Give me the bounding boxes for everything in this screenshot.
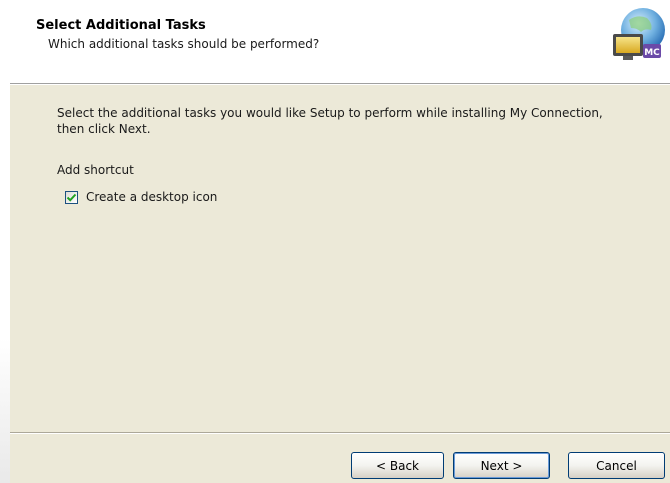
create-desktop-icon-label: Create a desktop icon (86, 190, 218, 204)
wizard-body: Select the additional tasks you would li… (10, 85, 670, 430)
page-title: Select Additional Tasks (36, 18, 206, 33)
footer-divider (10, 432, 670, 434)
setup-wizard-window: Select Additional Tasks Which additional… (10, 0, 670, 483)
cancel-button[interactable]: Cancel (568, 452, 665, 479)
svg-text:MC: MC (644, 48, 660, 58)
wizard-header: Select Additional Tasks Which additional… (10, 0, 670, 83)
instructions-text: Select the additional tasks you would li… (57, 106, 603, 136)
wizard-computer-globe-icon: MC (607, 6, 665, 64)
add-shortcut-label: Add shortcut (57, 163, 134, 177)
checkmark-icon (66, 193, 77, 202)
page-subtitle: Which additional tasks should be perform… (48, 37, 320, 51)
create-desktop-icon-option[interactable]: Create a desktop icon (65, 189, 217, 205)
create-desktop-icon-checkbox[interactable] (65, 190, 78, 204)
back-button[interactable]: < Back (351, 452, 444, 479)
next-button[interactable]: Next > (453, 452, 550, 479)
